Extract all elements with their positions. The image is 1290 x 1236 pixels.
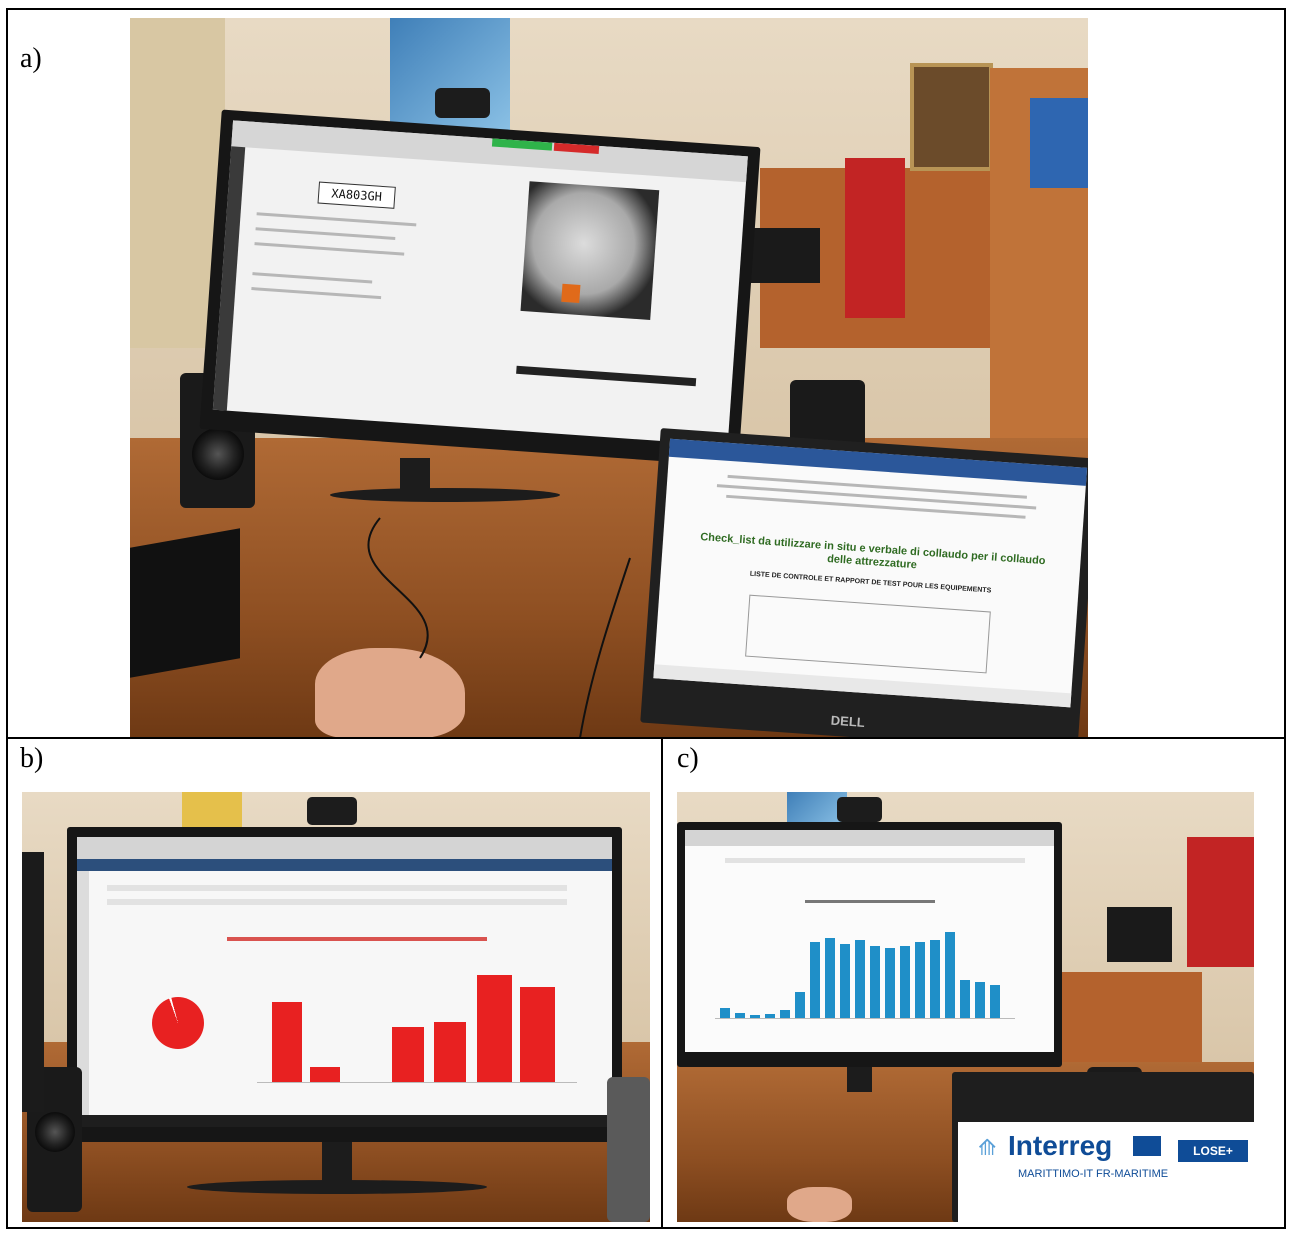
office-desk-back [1062,972,1202,1062]
chart-bar [885,948,895,1018]
background-monitor [1107,907,1172,962]
project-badge: LOSE+ [1178,1140,1248,1162]
chart-bar [392,1027,424,1082]
chart-bar [310,1067,340,1082]
webcam [307,797,357,825]
chart-bar [945,932,955,1018]
chart-bar [930,940,940,1018]
laptop-screen: ⟰ Interreg MARITTIMO-IT FR-MARITIME LOSE… [958,1122,1254,1222]
monitor-screen [77,837,612,1127]
filter-row [725,858,1025,863]
browser-bar [77,837,612,859]
chart-bar [870,946,880,1018]
chart-bar [810,942,820,1018]
monitor-stand-base [187,1180,487,1194]
pie-chart [152,997,204,1049]
eu-flag-icon [1133,1136,1161,1156]
cables [367,517,631,738]
chart-axis [257,1082,577,1083]
speaker-woofer [35,1112,75,1152]
panel-c-label: c) [677,743,699,774]
chart-bar [840,944,850,1018]
panel-c-cell: c) ⟰ Interreg MARITTIMO-IT FR-MARITIME L… [661,737,1286,1229]
chart-bar [900,946,910,1018]
monitor-stand-neck [322,1142,352,1182]
chart-bar [272,1002,302,1082]
chart-bar [780,1010,790,1018]
chart-bar [434,1022,466,1082]
monitor [677,822,1062,1067]
webcam [837,797,882,822]
photo-c-chart-and-logo: ⟰ Interreg MARITTIMO-IT FR-MARITIME LOSE… [677,792,1254,1222]
chart-bar [520,987,555,1082]
interreg-logo-text: Interreg [1008,1130,1113,1161]
legend-strip [227,937,487,941]
chart-bar [855,940,865,1018]
chart-bar [960,980,970,1018]
wall-poster [182,792,242,832]
chart-bar [720,1008,730,1018]
chart-bar [990,985,1000,1018]
safety-poster [1187,837,1254,967]
figure: a) XA803GH Check_list da utilizzare in s… [0,0,1290,1236]
panel-b-label: b) [20,743,44,774]
panel-a-label: a) [20,43,42,74]
photo-b-dashboard [22,792,650,1222]
chart-bar [795,992,805,1018]
taskbar [77,1115,612,1127]
panel-b-cell: b) [6,737,663,1229]
chart-axis [715,1018,1015,1019]
chart-bar [975,982,985,1018]
laptop: ⟰ Interreg MARITTIMO-IT FR-MARITIME LOSE… [952,1072,1254,1222]
monitor [67,827,622,1142]
right-speaker [607,1077,650,1222]
monitor-stand-neck [847,1067,872,1092]
browser-bar [685,830,1054,846]
chart-bar [477,975,512,1082]
interreg-subtitle: MARITTIMO-IT FR-MARITIME [1018,1168,1169,1180]
chart-title-line [805,900,935,903]
chart-bar [825,938,835,1018]
panel-a-cell: a) XA803GH Check_list da utilizzare in s… [6,8,1286,739]
side-monitor [22,852,44,1112]
chart-bar [915,942,925,1018]
filter-row [107,885,567,891]
filter-row [107,899,567,905]
photo-a-workstation: XA803GH Check_list da utilizzare in situ… [130,18,1088,738]
interreg-flag-icon: ⟰ [978,1136,997,1161]
monitor-screen [685,830,1054,1052]
hand [787,1187,852,1222]
app-header [77,859,612,871]
